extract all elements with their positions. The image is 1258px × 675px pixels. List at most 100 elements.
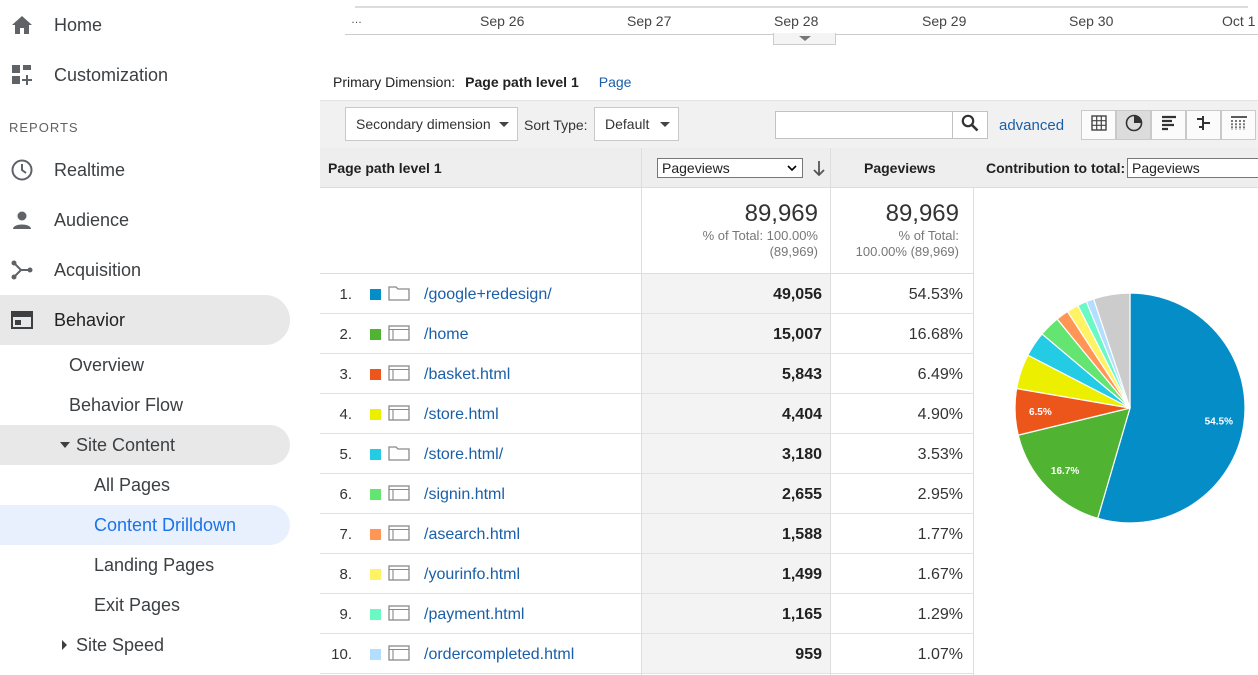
nav-realtime[interactable]: Realtime	[0, 145, 290, 195]
table-row: 7. /asearch.html 1,588 1.77%	[320, 514, 973, 554]
row-index: 3.	[339, 366, 352, 383]
header-page-path[interactable]: Page path level 1	[328, 148, 442, 188]
comparison-view-button[interactable]	[1186, 110, 1221, 140]
row-page-path-link[interactable]: /yourinfo.html	[424, 566, 520, 584]
row-page-path-link[interactable]: /asearch.html	[424, 526, 520, 544]
row-index: 2.	[339, 326, 352, 343]
nav-acquisition[interactable]: Acquisition	[0, 245, 290, 295]
collapse-chart-button[interactable]	[773, 33, 836, 45]
row-pageviews: 4,404	[781, 406, 822, 423]
row-page-path-link[interactable]: /payment.html	[424, 606, 524, 624]
row-index: 4.	[339, 406, 352, 423]
search-button[interactable]	[952, 111, 988, 139]
table-search-input[interactable]	[775, 111, 953, 139]
pie-view-button[interactable]	[1116, 110, 1151, 140]
timeline-tick: Sep 28	[774, 13, 819, 29]
header-pageviews[interactable]: Pageviews	[864, 148, 936, 188]
nav-audience[interactable]: Audience	[0, 195, 290, 245]
nav-all-pages[interactable]: All Pages	[0, 465, 290, 505]
row-page-path-link[interactable]: /store.html/	[424, 446, 503, 464]
grid-icon	[1090, 114, 1107, 136]
nav-audience-label: Audience	[54, 209, 130, 230]
nav-landing-pages[interactable]: Landing Pages	[0, 545, 290, 585]
page-icon	[388, 485, 410, 506]
contribution-select-value: Pageviews	[1132, 160, 1200, 176]
row-index: 8.	[339, 566, 352, 583]
comparison-icon	[1196, 115, 1212, 136]
pie-slice-label: 54.5%	[1205, 417, 1233, 428]
performance-view-button[interactable]	[1151, 110, 1186, 140]
nav-site-content[interactable]: Site Content	[0, 425, 290, 465]
behavior-icon	[10, 308, 34, 332]
row-percent: 1.77%	[917, 526, 963, 543]
row-percent: 1.29%	[917, 606, 963, 623]
chevron-down-icon	[798, 36, 811, 41]
row-pageviews: 2,655	[781, 486, 822, 503]
timeline-tick: Sep 26	[480, 13, 525, 29]
column-divider	[830, 148, 831, 675]
metric-select[interactable]: Pageviews	[657, 158, 803, 178]
sort-type-dropdown[interactable]: Default	[594, 107, 679, 141]
nav-realtime-label: Realtime	[54, 159, 126, 180]
timeline-axis: … Sep 26 Sep 27 Sep 28 Sep 29 Sep 30 Oct…	[345, 0, 1258, 36]
row-color-swatch	[370, 529, 381, 540]
total-metric-pct: % of Total: 100.00%	[702, 228, 818, 243]
row-percent: 1.07%	[917, 646, 963, 663]
nav-overview[interactable]: Overview	[0, 345, 290, 385]
row-page-path-link[interactable]: /basket.html	[424, 366, 510, 384]
secondary-dimension-dropdown[interactable]: Secondary dimension	[345, 107, 518, 141]
nav-content-drilldown-label: Content Drilldown	[94, 514, 237, 535]
nav-behavior-flow-label: Behavior Flow	[69, 394, 184, 415]
row-page-path-link[interactable]: /home	[424, 326, 468, 344]
advanced-filter-link[interactable]: advanced	[999, 117, 1064, 134]
pivot-view-button[interactable]	[1221, 110, 1256, 140]
timeline-tick: Sep 30	[1069, 13, 1114, 29]
dashboard-add-icon	[10, 63, 34, 87]
row-color-swatch	[370, 369, 381, 380]
row-page-path-link[interactable]: /google+redesign/	[424, 286, 552, 304]
sort-type-value: Default	[605, 116, 650, 132]
caret-down-icon	[60, 442, 70, 448]
caret-down-icon	[660, 122, 670, 127]
nav-site-speed[interactable]: Site Speed	[0, 625, 290, 665]
row-pageviews: 1,588	[781, 526, 822, 543]
table-row: 6. /signin.html 2,655 2.95%	[320, 474, 973, 514]
secondary-dimension-label: Secondary dimension	[356, 116, 491, 132]
table-row: 8. /yourinfo.html 1,499 1.67%	[320, 554, 973, 594]
person-icon	[10, 208, 34, 232]
pie-slice-label: 16.7%	[1051, 466, 1079, 477]
nav-all-pages-label: All Pages	[94, 474, 171, 495]
row-color-swatch	[370, 329, 381, 340]
nav-customization[interactable]: Customization	[0, 50, 290, 100]
row-page-path-link[interactable]: /signin.html	[424, 486, 505, 504]
timeline-tick: Sep 29	[922, 13, 967, 29]
caret-right-icon	[62, 640, 67, 650]
timeline-tick: Oct 1	[1222, 13, 1256, 29]
row-page-path-link[interactable]: /ordercompleted.html	[424, 646, 574, 664]
primary-dimension-page-link[interactable]: Page	[599, 74, 632, 90]
primary-dimension-label: Primary Dimension:	[333, 74, 456, 90]
row-page-path-link[interactable]: /store.html	[424, 406, 499, 424]
table-header: Page path level 1 Pageviews Pageviews	[320, 148, 973, 188]
nav-behavior[interactable]: Behavior	[0, 295, 290, 345]
contribution-select[interactable]: Pageviews	[1127, 158, 1258, 178]
row-color-swatch	[370, 289, 381, 300]
sidebar: Home Customization REPORTS Realtime Audi…	[0, 0, 320, 675]
acquisition-icon	[10, 258, 34, 282]
row-index: 9.	[339, 606, 352, 623]
nav-behavior-flow[interactable]: Behavior Flow	[0, 385, 290, 425]
row-index: 7.	[339, 526, 352, 543]
total-pageviews: 89,969 % of Total: 100.00% (89,969)	[831, 200, 959, 260]
nav-exit-pages[interactable]: Exit Pages	[0, 585, 290, 625]
nav-home[interactable]: Home	[0, 0, 290, 50]
sort-descending-icon[interactable]	[812, 160, 826, 183]
nav-content-drilldown[interactable]: Content Drilldown	[0, 505, 290, 545]
table-view-button[interactable]	[1081, 110, 1116, 140]
table-toolbar: Secondary dimension Sort Type: Default a…	[320, 100, 1258, 148]
bar-list-icon	[1161, 115, 1177, 136]
page-icon	[388, 325, 410, 346]
page-icon	[388, 565, 410, 586]
reports-section-label: REPORTS	[9, 120, 79, 135]
timeline-line	[355, 6, 1248, 8]
clock-icon	[10, 158, 34, 182]
